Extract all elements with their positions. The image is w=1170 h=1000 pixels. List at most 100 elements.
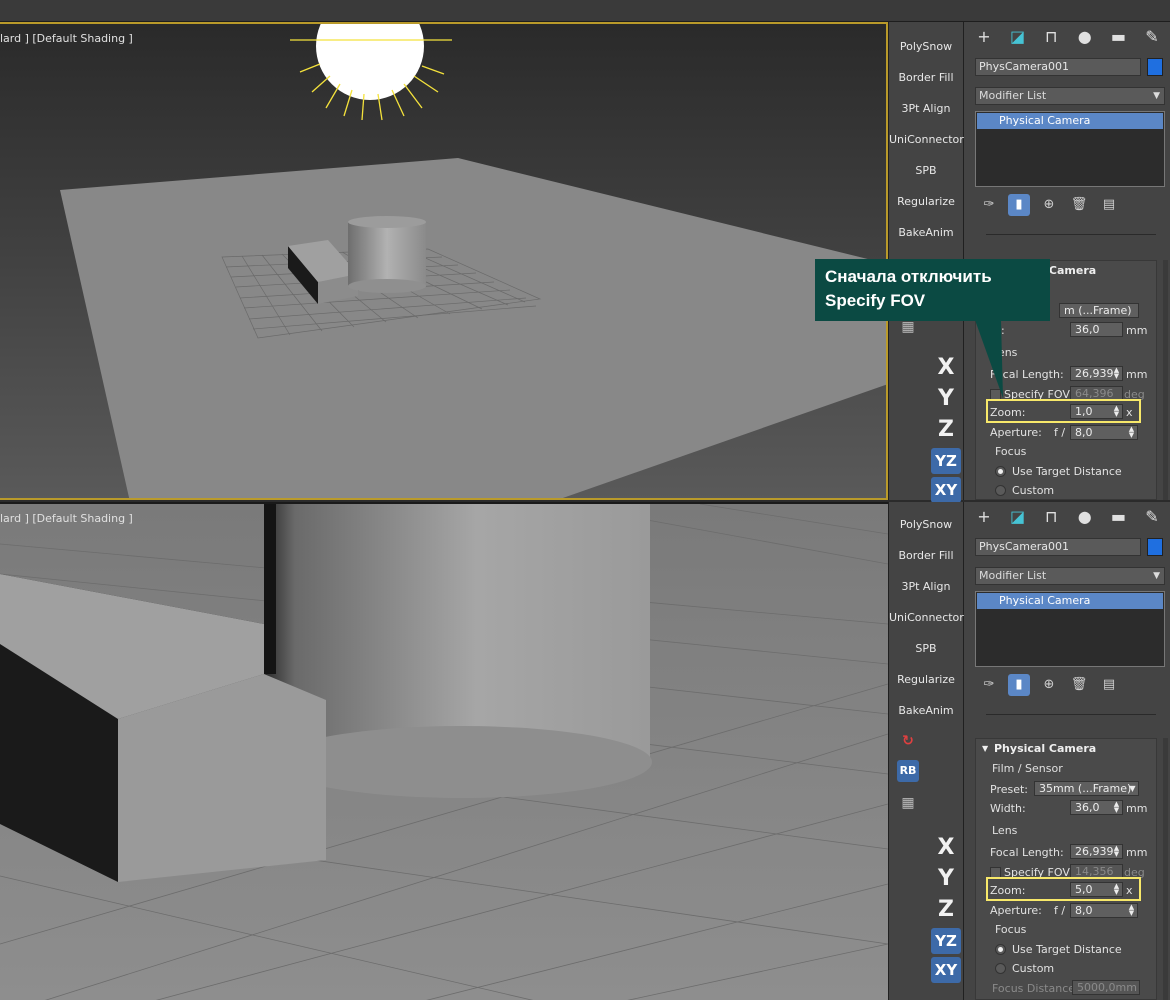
lens-group-label: Lens [992,824,1018,837]
motion-tab-icon[interactable]: ● [1073,26,1097,48]
display-tab-icon[interactable]: ▬ [1106,506,1130,528]
stack-item-physical-camera[interactable]: Physical Camera [977,593,1163,609]
viewport-bottom-label[interactable]: lard ] [Default Shading ] [0,512,133,525]
aperture-spinner[interactable]: 8,0 ▲ ▼ [1070,425,1138,440]
remove-modifier-icon[interactable]: 🗑 [1068,194,1090,216]
create-tab-icon[interactable]: + [972,26,996,48]
aperture-label: Aperture: [990,426,1042,439]
create-tab-icon[interactable]: + [972,506,996,528]
pin-stack-icon[interactable]: ✑ [978,674,1000,696]
custom-focus-radio[interactable] [995,485,1006,496]
axis-y-button[interactable]: Y [929,383,963,414]
focus-distance-spinner[interactable]: 5000,0mm [1072,980,1140,995]
focal-length-unit: mm [1126,846,1148,859]
motion-tab-icon[interactable]: ● [1073,506,1097,528]
rollout-header[interactable]: ▼ Physical Camera [976,739,1156,759]
top-menu-bar [0,0,1170,22]
viewport-bottom[interactable]: lard ] [Default Shading ] [0,502,888,1000]
command-panel-tabs: + ◪ ⊓ ● ▬ ✎ [972,506,1164,528]
zoom-highlight-top [986,399,1141,423]
modifier-stack[interactable]: Physical Camera [975,591,1165,667]
border-fill-button[interactable]: Border Fill [889,62,963,93]
focal-length-spinner[interactable]: 26,939 ▲ ▼ [1070,366,1123,381]
remove-modifier-icon[interactable]: 🗑 [1068,674,1090,696]
utilities-tab-icon[interactable]: ✎ [1140,506,1164,528]
hierarchy-tab-icon[interactable]: ⊓ [1039,506,1063,528]
axis-constraints-bottom: X Y Z YZ XY [929,832,963,983]
polysnow-button[interactable]: PolySnow [889,509,963,540]
make-unique-icon[interactable]: ⊕ [1038,194,1060,216]
focal-length-spinner[interactable]: 26,939 ▲ ▼ [1070,844,1123,859]
polysnow-button[interactable]: PolySnow [889,31,963,62]
bakeanim-button[interactable]: BakeAnim [889,217,963,248]
configure-sets-icon[interactable]: ▤ [1098,674,1120,696]
axis-yz-button[interactable]: YZ [931,448,961,474]
configure-sets-icon[interactable]: ▤ [1098,194,1120,216]
command-panel-bottom: + ◪ ⊓ ● ▬ ✎ PhysCamera001 Modifier List … [964,502,1170,1000]
axis-x-button[interactable]: X [929,352,963,383]
show-end-result-icon[interactable]: ▮ [1008,674,1030,696]
stack-item-physical-camera[interactable]: Physical Camera [977,113,1163,129]
modifier-list-dropdown[interactable]: Modifier List ▼ [975,87,1165,105]
regularize-button[interactable]: Regularize [889,664,963,695]
object-color-swatch[interactable] [1147,538,1163,556]
aperture-f-label: f / [1054,426,1066,439]
chevron-down-icon: ▼ [1153,571,1160,581]
border-fill-button[interactable]: Border Fill [889,540,963,571]
axis-xy-button[interactable]: XY [931,957,961,983]
modifier-list-dropdown[interactable]: Modifier List ▼ [975,567,1165,585]
use-target-distance-radio[interactable] [995,466,1006,477]
rb-button[interactable]: RB [897,760,919,782]
uniconnector-button[interactable]: UniConnector [889,124,964,155]
stack-tools: ✑ ▮ ⊕ 🗑 ▤ [978,194,1138,216]
callout-pointer-icon [975,320,1003,398]
callout-line-1: Сначала отключить [825,267,992,286]
utilities-tab-icon[interactable]: ✎ [1140,26,1164,48]
modify-tab-icon[interactable]: ◪ [1006,506,1030,528]
axis-z-button[interactable]: Z [929,414,963,445]
stack-tools: ✑ ▮ ⊕ 🗑 ▤ [978,674,1138,696]
display-tab-icon[interactable]: ▬ [1106,26,1130,48]
regularize-button[interactable]: Regularize [889,186,963,217]
zoom-highlight-bottom [986,877,1141,901]
custom-focus-radio[interactable] [995,963,1006,974]
axis-xy-button[interactable]: XY [931,477,961,503]
chevron-down-icon: ▼ [1153,91,1160,101]
object-name-input[interactable]: PhysCamera001 [975,538,1141,556]
panel-scrollbar[interactable] [1163,738,1168,1000]
modifier-stack[interactable]: Physical Camera [975,111,1165,187]
hierarchy-tab-icon[interactable]: ⊓ [1039,26,1063,48]
object-name-input[interactable]: PhysCamera001 [975,58,1141,76]
axis-z-button[interactable]: Z [929,894,963,925]
object-color-swatch[interactable] [1147,58,1163,76]
viewport-top[interactable]: lard ] [Default Shading ] [0,22,888,500]
make-unique-icon[interactable]: ⊕ [1038,674,1060,696]
show-end-result-icon[interactable]: ▮ [1008,194,1030,216]
spb-button[interactable]: SPB [889,633,963,664]
use-target-distance-radio[interactable] [995,944,1006,955]
modify-tab-icon[interactable]: ◪ [1006,26,1030,48]
reset-icon[interactable]: ↻ [897,730,919,752]
spb-button[interactable]: SPB [889,155,963,186]
checker-icon[interactable]: ▦ [897,792,919,814]
width-unit: mm [1126,324,1148,337]
3pt-align-button[interactable]: 3Pt Align [889,93,963,124]
axis-constraints-top: X Y Z YZ XY [929,352,963,503]
preset-dropdown[interactable]: m (...Frame) [1059,303,1139,318]
width-spinner[interactable]: 36,0 ▲ ▼ [1070,800,1123,815]
cylinder-body [348,222,426,286]
3pt-align-button[interactable]: 3Pt Align [889,571,963,602]
axis-x-button[interactable]: X [929,832,963,863]
viewport-top-label[interactable]: lard ] [Default Shading ] [0,32,133,45]
uniconnector-button[interactable]: UniConnector [889,602,964,633]
panel-scrollbar[interactable] [1163,260,1168,500]
bakeanim-button[interactable]: BakeAnim [889,695,963,726]
preset-dropdown[interactable]: 35mm (...Frame) ▼ [1034,781,1139,796]
focus-group-label: Focus [995,923,1027,936]
pin-stack-icon[interactable]: ✑ [978,194,1000,216]
axis-y-button[interactable]: Y [929,863,963,894]
width-spinner[interactable]: 36,0 [1070,322,1123,337]
axis-yz-button[interactable]: YZ [931,928,961,954]
aperture-spinner[interactable]: 8,0 ▲ ▼ [1070,903,1138,918]
use-target-distance-label: Use Target Distance [1012,465,1122,478]
